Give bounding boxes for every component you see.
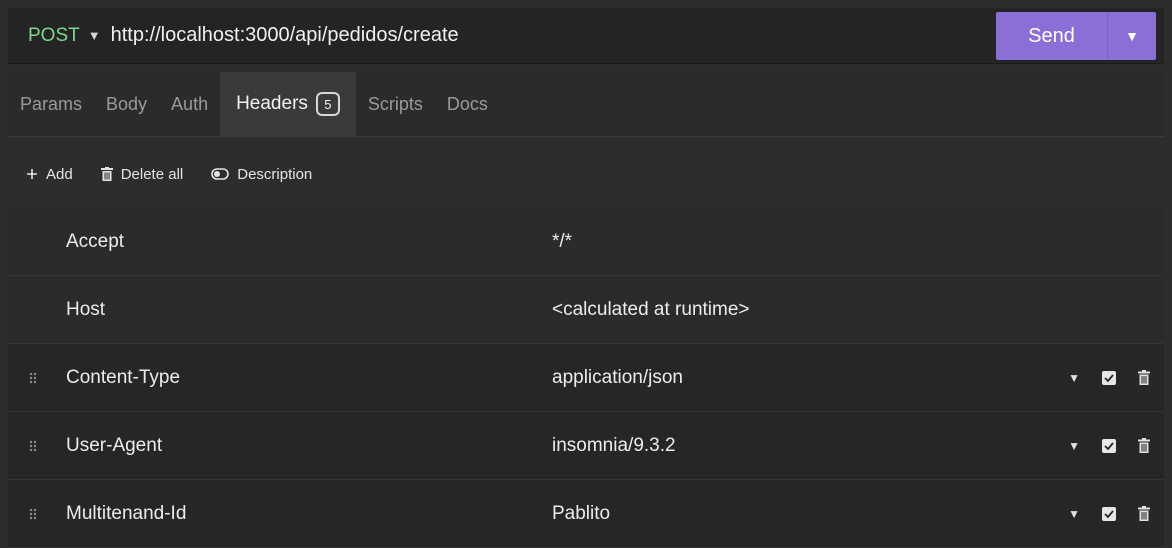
tab-params[interactable]: Params bbox=[8, 72, 94, 136]
tab-docs[interactable]: Docs bbox=[435, 72, 500, 136]
check-icon bbox=[1104, 373, 1114, 382]
description-label: Description bbox=[237, 165, 313, 183]
check-icon bbox=[1104, 441, 1114, 450]
drag-handle-icon[interactable] bbox=[26, 508, 40, 520]
tab-body[interactable]: Body bbox=[94, 72, 159, 136]
header-value-input[interactable]: insomnia/9.3.2 bbox=[552, 435, 676, 457]
enabled-checkbox[interactable] bbox=[1102, 506, 1116, 521]
headers-toolbar: Add Delete all Description bbox=[8, 146, 312, 202]
headers-list: Accept */* Host <calculated at runtime> … bbox=[8, 208, 1164, 548]
toggle-icon bbox=[211, 168, 230, 180]
trash-icon bbox=[100, 167, 113, 181]
header-value-input[interactable]: Pablito bbox=[552, 503, 610, 525]
add-header-button[interactable]: Add bbox=[26, 166, 73, 183]
row-actions: ▼ bbox=[1068, 438, 1150, 453]
caret-down-icon: ▼ bbox=[87, 28, 101, 43]
header-name-input[interactable]: Multitenand-Id bbox=[66, 503, 186, 525]
header-value: */* bbox=[552, 230, 573, 252]
trash-icon[interactable] bbox=[1138, 370, 1150, 385]
header-name: Accept bbox=[66, 230, 125, 252]
table-row: Content-Type application/json ▼ bbox=[8, 344, 1164, 412]
tab-label: Docs bbox=[446, 93, 488, 114]
check-icon bbox=[1104, 509, 1114, 518]
headers-count-badge: 5 bbox=[315, 92, 340, 116]
tab-label: Params bbox=[20, 93, 83, 114]
delete-all-label: Delete all bbox=[120, 165, 184, 183]
send-button[interactable]: Send bbox=[996, 12, 1108, 60]
request-panel: POST ▼ http://localhost:3000/api/pedidos… bbox=[0, 0, 1172, 548]
drag-handle-icon[interactable] bbox=[26, 440, 40, 452]
header-value: <calculated at runtime> bbox=[552, 298, 750, 320]
tab-scripts[interactable]: Scripts bbox=[356, 72, 435, 136]
caret-down-icon[interactable]: ▼ bbox=[1068, 439, 1080, 453]
tab-headers[interactable]: Headers 5 bbox=[220, 72, 356, 136]
tab-label: Body bbox=[106, 93, 148, 114]
delete-all-button[interactable]: Delete all bbox=[100, 165, 184, 183]
plus-icon bbox=[27, 169, 37, 179]
caret-down-icon[interactable]: ▼ bbox=[1068, 507, 1080, 521]
header-value-input[interactable]: application/json bbox=[552, 367, 683, 389]
tab-label: Headers bbox=[236, 93, 308, 114]
table-row: User-Agent insomnia/9.3.2 ▼ bbox=[8, 412, 1164, 480]
tab-divider bbox=[8, 136, 1164, 137]
trash-icon[interactable] bbox=[1138, 438, 1150, 453]
description-toggle[interactable]: Description bbox=[211, 166, 312, 183]
caret-down-icon[interactable]: ▼ bbox=[1068, 371, 1080, 385]
send-options-dropdown[interactable]: ▼ bbox=[1108, 12, 1156, 60]
header-name-input[interactable]: Content-Type bbox=[66, 367, 180, 389]
add-label: Add bbox=[46, 165, 73, 183]
request-tabs: Params Body Auth Headers 5 Scripts Docs bbox=[8, 72, 1164, 136]
caret-down-icon: ▼ bbox=[1125, 28, 1139, 44]
table-row: Host <calculated at runtime> bbox=[8, 276, 1164, 344]
method-label: POST bbox=[28, 24, 80, 46]
enabled-checkbox[interactable] bbox=[1102, 370, 1116, 385]
table-row: Accept */* bbox=[8, 208, 1164, 276]
url-input[interactable]: http://localhost:3000/api/pedidos/create bbox=[111, 24, 459, 47]
url-bar: POST ▼ http://localhost:3000/api/pedidos… bbox=[8, 8, 1164, 64]
header-name-input[interactable]: User-Agent bbox=[66, 435, 162, 457]
enabled-checkbox[interactable] bbox=[1102, 438, 1116, 453]
drag-handle-icon[interactable] bbox=[26, 372, 40, 384]
tab-label: Auth bbox=[171, 93, 209, 114]
send-button-group: Send ▼ bbox=[996, 12, 1156, 60]
trash-icon[interactable] bbox=[1138, 506, 1150, 521]
table-row: Multitenand-Id Pablito ▼ bbox=[8, 480, 1164, 548]
row-actions: ▼ bbox=[1068, 506, 1150, 521]
tab-label: Scripts bbox=[367, 93, 423, 114]
method-selector[interactable]: POST ▼ bbox=[28, 25, 101, 47]
header-name: Host bbox=[66, 298, 106, 320]
tab-auth[interactable]: Auth bbox=[159, 72, 220, 136]
row-actions: ▼ bbox=[1068, 370, 1150, 385]
